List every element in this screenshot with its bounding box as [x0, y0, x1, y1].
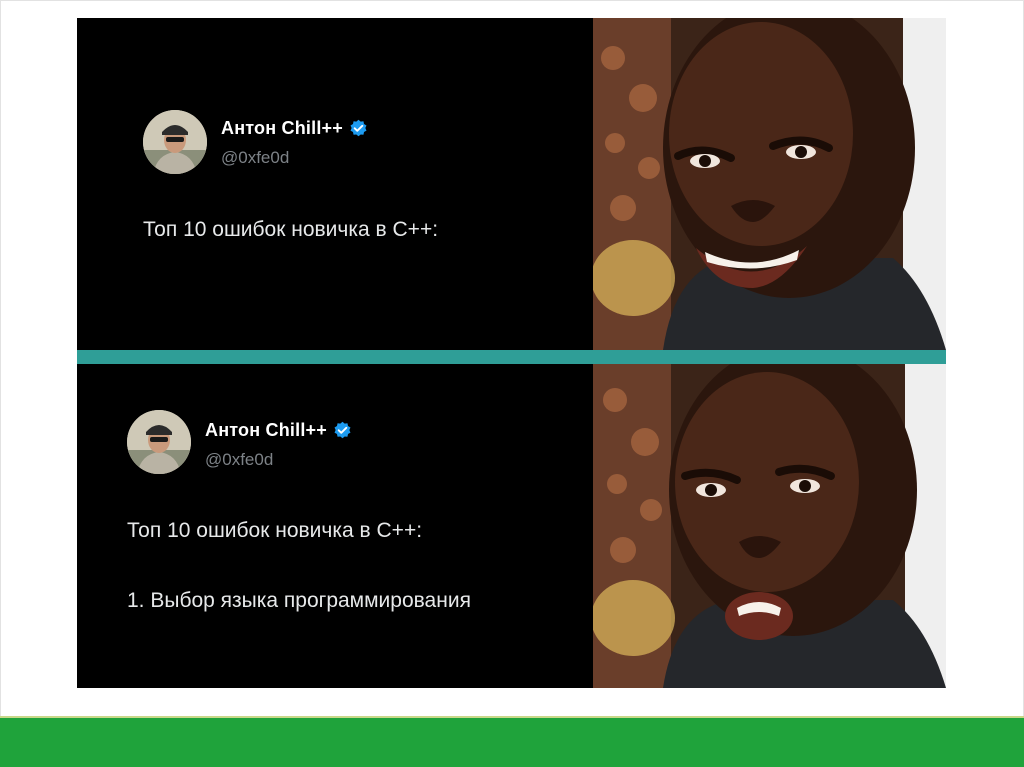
author-name[interactable]: Антон Chill++ [221, 118, 343, 139]
tweet-text-line: 1. Выбор языка программирования [127, 589, 471, 612]
reaction-photo-disappointed [593, 364, 946, 688]
tweet-card: Антон Chill++ @0xfe0d Топ 10 ошибок нови… [77, 18, 593, 350]
tweet-text-line: Топ 10 ошибок новичка в C++: [143, 218, 439, 241]
panel-divider [77, 350, 946, 364]
author-handle[interactable]: @0xfe0d [221, 148, 289, 168]
tweet-text-line: Топ 10 ошибок новичка в C++: [127, 519, 423, 542]
avatar [143, 110, 207, 174]
meme-panel-top: Антон Chill++ @0xfe0d Топ 10 ошибок нови… [77, 18, 946, 350]
reaction-photo-smiling [593, 18, 946, 350]
meme-panel-bottom: Антон Chill++ @0xfe0d Топ 10 ошибок нови… [77, 364, 946, 688]
verified-badge-icon [334, 421, 351, 439]
author-name[interactable]: Антон Chill++ [205, 420, 327, 441]
meme-image: Антон Chill++ @0xfe0d Топ 10 ошибок нови… [77, 18, 946, 688]
avatar [127, 410, 191, 474]
verified-badge-icon [350, 119, 367, 137]
slide-footer-bar [0, 718, 1024, 767]
tweet-card: Антон Chill++ @0xfe0d Топ 10 ошибок нови… [77, 364, 593, 688]
author-handle[interactable]: @0xfe0d [205, 450, 273, 470]
